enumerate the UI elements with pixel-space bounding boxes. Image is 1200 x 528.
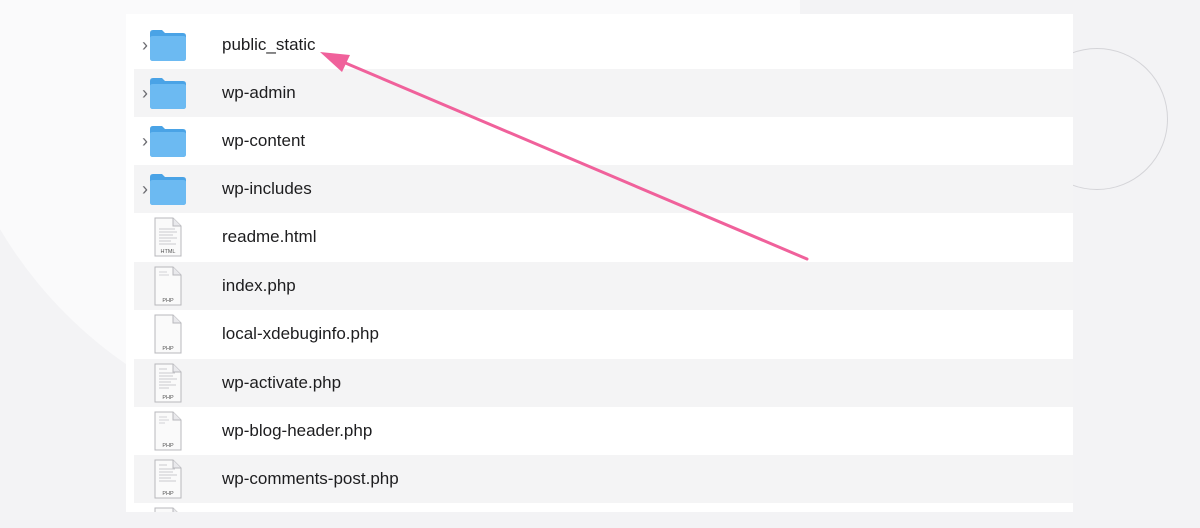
file-type-badge: PHP	[162, 395, 174, 401]
folder-icon	[148, 121, 188, 161]
list-item-wp-blog-header-php[interactable]: PHP wp-blog-header.php	[134, 407, 1073, 455]
php-file-icon: PHP	[148, 314, 188, 354]
file-name: wp-content	[222, 131, 306, 150]
php-file-icon: PHP	[148, 459, 188, 499]
file-name: wp-activate.php	[222, 373, 342, 392]
list-item-wp-comments-post-php[interactable]: PHP wp-comments-post.php	[134, 455, 1073, 503]
file-name: local-xdebuginfo.php	[222, 324, 379, 343]
file-type-badge: PHP	[162, 443, 174, 449]
file-name: wp-includes	[222, 179, 312, 198]
list-item-public-static[interactable]: › public_static	[134, 21, 1073, 69]
php-file-icon: PHP	[148, 411, 188, 451]
list-item-partial	[134, 503, 1073, 512]
file-name: public_static	[222, 35, 316, 54]
list-item-readme-html[interactable]: HTML readme.html	[134, 213, 1073, 261]
file-name: wp-comments-post.php	[222, 469, 399, 488]
file-type-badge: PHP	[162, 298, 174, 304]
file-name: index.php	[222, 276, 296, 295]
php-file-icon: PHP	[148, 363, 188, 403]
finder-file-list: › public_static › wp-admin › wp-content …	[126, 14, 1073, 512]
file-type-badge: PHP	[162, 491, 174, 497]
file-type-badge: PHP	[162, 346, 174, 352]
list-item-wp-activate-php[interactable]: PHP wp-activate.php	[134, 359, 1073, 407]
file-name: wp-blog-header.php	[222, 421, 373, 440]
folder-icon	[148, 169, 188, 209]
file-name: readme.html	[222, 227, 317, 246]
file-name: wp-admin	[222, 83, 296, 102]
list-item-wp-content[interactable]: › wp-content	[134, 117, 1073, 165]
php-file-icon	[148, 507, 188, 512]
list-item-wp-admin[interactable]: › wp-admin	[134, 69, 1073, 117]
list-item-wp-includes[interactable]: › wp-includes	[134, 165, 1073, 213]
folder-icon	[148, 25, 188, 65]
list-item-local-xdebuginfo-php[interactable]: PHP local-xdebuginfo.php	[134, 310, 1073, 358]
html-file-icon: HTML	[148, 217, 188, 257]
list-item-index-php[interactable]: PHP index.php	[134, 262, 1073, 310]
folder-icon	[148, 73, 188, 113]
file-type-badge: HTML	[161, 249, 176, 255]
php-file-icon: PHP	[148, 266, 188, 306]
